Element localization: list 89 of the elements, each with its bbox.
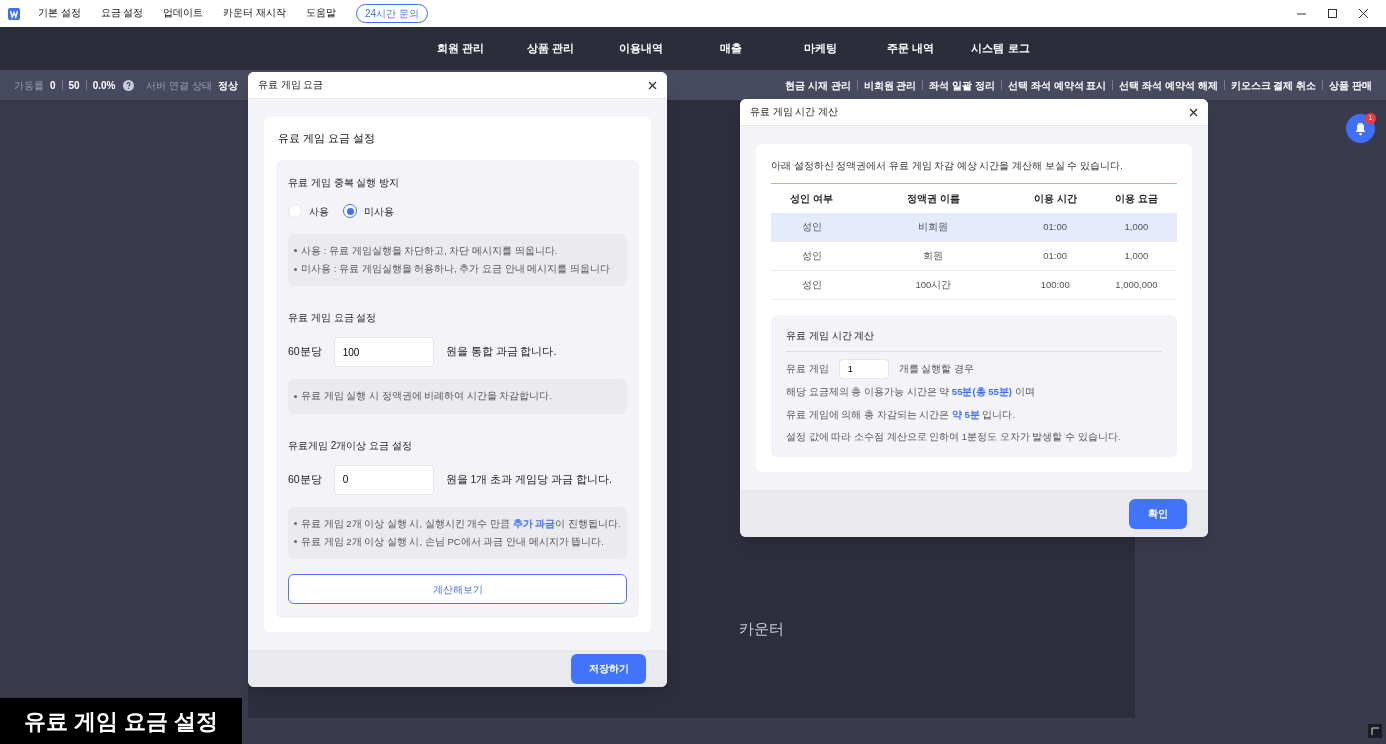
calc-label: 유료 게임 — [786, 362, 829, 377]
result-text: 유료 게임에 의해 총 차감되는 시간은 약 5분 입니다. — [786, 407, 1017, 422]
menu-item[interactable]: 카운터 재시작 — [223, 6, 286, 21]
result-text: 설정 값에 따라 소수점 계산으로 인하여 1분정도 오차가 발생할 수 있습니다. — [786, 429, 1122, 444]
server-label: 서버 연결 상태 — [146, 78, 213, 93]
table-cell: 1,000,000 — [1115, 278, 1158, 293]
action-link[interactable]: 좌석 일괄 정리 — [929, 77, 995, 93]
bullet-icon — [294, 267, 297, 271]
rate-value: 50 — [68, 78, 80, 93]
nav-item[interactable]: 주문 내역 — [865, 40, 956, 57]
info-note: 유료 게임 실행 시 정액권에 비례하여 시간을 차감합니다. — [301, 389, 553, 404]
section-title: 유료 게임 중복 실행 방지 — [288, 175, 401, 190]
info-note: 유료 게임 2개 이상 실행 시, 실행시킨 개수 만큼 추가 과금이 진행됩니다. — [301, 516, 621, 531]
action-link[interactable]: 선택 좌석 예약석 해제 — [1119, 77, 1218, 93]
nav-item[interactable]: 이용내역 — [595, 40, 686, 57]
table-cell: 비회원 — [918, 220, 949, 235]
table-cell: 회원 — [923, 249, 944, 264]
action-link[interactable]: 현금 시재 관리 — [785, 77, 851, 93]
nav-item[interactable]: 시스템 로그 — [955, 40, 1046, 57]
help-icon[interactable] — [123, 79, 135, 91]
close-icon[interactable] — [1189, 107, 1198, 117]
bullet-icon — [294, 522, 297, 526]
menu-item[interactable]: 도움말 — [305, 6, 336, 21]
nav-item[interactable]: 상품 관리 — [505, 40, 596, 57]
game-count-input[interactable]: 1 — [838, 359, 889, 380]
radio-icon[interactable] — [343, 204, 357, 219]
rate-label: 60분당 — [288, 344, 322, 360]
rate-suffix: 원을 1개 초과 게임당 과금 합니다. — [445, 471, 613, 487]
info-note: 사용 : 유료 게임실행을 차단하고, 차단 메시지를 띄웁니다. — [301, 243, 558, 258]
table-cell: 성인 — [801, 278, 822, 293]
menu-item[interactable]: 기본 설정 — [38, 6, 81, 21]
maximize-icon[interactable] — [1328, 9, 1337, 18]
section-title: 유료 게임 시간 계산 — [786, 328, 1162, 353]
column-header: 이용 시간 — [1033, 191, 1077, 206]
nav-item[interactable]: 매출 — [685, 40, 776, 57]
menu-item[interactable]: 요금 설정 — [100, 6, 144, 21]
logo-icon — [8, 7, 20, 20]
notification-button[interactable] — [1346, 114, 1375, 143]
close-icon[interactable] — [1359, 9, 1368, 18]
server-value: 정상 — [218, 78, 239, 93]
table-cell: 성인 — [801, 249, 822, 264]
table-row[interactable]: 성인 비회원 01:00 1,000 — [771, 213, 1177, 243]
info-note: 미사용 : 유료 게임실행을 허용하나, 추가 요금 안내 메시지를 띄웁니다 — [301, 262, 611, 276]
column-header: 정액권 이름 — [907, 191, 960, 206]
action-link[interactable]: 비회원 관리 — [863, 77, 917, 93]
table-cell: 1,000 — [1124, 220, 1149, 235]
action-link[interactable]: 키오스크 결제 취소 — [1230, 77, 1317, 93]
intro-text: 아래 설정하신 정액권에서 유료 게임 차감 예상 시간을 계산해 보실 수 있습니다. — [771, 159, 1124, 173]
dialog-title: 유료 게임 시간 계산 — [750, 104, 838, 119]
section-title: 유료게임 2개이상 요금 설정 — [288, 438, 413, 453]
rate-input[interactable]: 0 — [333, 464, 434, 495]
action-link[interactable]: 선택 좌석 예약석 표시 — [1007, 77, 1107, 93]
table-cell: 01:00 — [1043, 249, 1068, 264]
rate-value: 0 — [50, 78, 56, 93]
rate-label: 가동률 — [14, 78, 44, 93]
ok-button[interactable]: 확인 — [1129, 498, 1187, 529]
bullet-icon — [294, 249, 297, 253]
column-header: 이용 요금 — [1115, 191, 1158, 206]
table-cell: 1,000 — [1124, 249, 1149, 264]
radio-option[interactable]: 사용 — [288, 203, 329, 219]
rate-label: 60분당 — [288, 471, 322, 487]
rate-suffix: 원을 통합 과금 합니다. — [445, 344, 557, 360]
corner-icon[interactable] — [1368, 724, 1382, 738]
table-cell: 01:00 — [1043, 220, 1068, 235]
nav-item[interactable]: 회원 관리 — [415, 40, 506, 57]
card-title: 유료 게임 요금 설정 — [278, 131, 376, 146]
dialog-title: 유료 게임 요금 — [258, 77, 324, 92]
table-cell: 100시간 — [915, 278, 952, 293]
rate-value: 0.0% — [92, 78, 116, 93]
save-button[interactable]: 저장하기 — [571, 653, 646, 684]
bullet-icon — [294, 540, 297, 544]
section-title: 유료 게임 요금 설정 — [288, 311, 378, 326]
caption-text: 유료 게임 요금 설정 — [23, 707, 219, 736]
counter-label: 카운터 — [739, 618, 784, 639]
info-note: 유료 게임 2개 이상 실행 시, 손님 PC에서 과금 안내 메시지가 뜹니다. — [301, 534, 604, 549]
action-link[interactable]: 상품 판매 — [1329, 77, 1372, 93]
column-header: 성인 여부 — [790, 191, 833, 206]
rate-input[interactable]: 100 — [333, 337, 434, 368]
calculate-button[interactable]: 계산해보기 — [288, 574, 627, 604]
radio-option[interactable]: 미사용 — [343, 203, 394, 219]
bell-icon — [1354, 121, 1367, 136]
calc-suffix: 개를 실행할 경우 — [898, 362, 974, 377]
bullet-icon — [294, 394, 297, 398]
menu-item[interactable]: 업데이트 — [163, 6, 204, 21]
nav-item[interactable]: 마케팅 — [775, 40, 866, 57]
close-icon[interactable] — [648, 80, 657, 90]
result-text: 해당 요금제의 총 이용가능 시간은 약 55분(총 55분) 이며 — [786, 385, 1036, 400]
table-cell: 성인 — [801, 220, 822, 235]
table-cell: 100:00 — [1040, 278, 1070, 293]
